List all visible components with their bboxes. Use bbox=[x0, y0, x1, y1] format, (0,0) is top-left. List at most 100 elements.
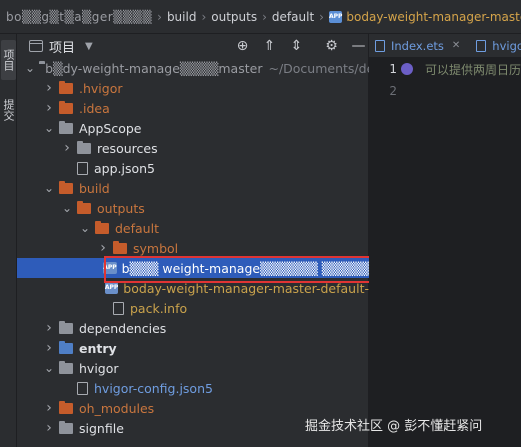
breadcrumb-item[interactable]: build bbox=[167, 10, 197, 24]
file-icon bbox=[476, 39, 487, 52]
chevron-down-icon[interactable]: ⌄ bbox=[43, 362, 55, 374]
folder-icon bbox=[59, 180, 73, 194]
code-line[interactable]: 可以提供两周日历 bbox=[401, 58, 521, 80]
project-tool-button[interactable]: 项目 bbox=[1, 40, 16, 80]
chevron-right-icon[interactable]: › bbox=[43, 400, 55, 416]
app-file-icon: APP bbox=[328, 10, 343, 23]
tree-item-label: signfile bbox=[79, 420, 124, 436]
tree-item-path-hint: ~/Documents/dev bbox=[268, 60, 382, 76]
breadcrumb-item[interactable]: default bbox=[272, 10, 314, 24]
breadcrumb-item[interactable]: boday-weight-manager-maste bbox=[346, 10, 521, 24]
folder-icon bbox=[59, 100, 73, 114]
tree-item-label: build bbox=[79, 180, 110, 196]
app-file-icon: APP bbox=[104, 282, 119, 294]
folder-icon bbox=[77, 200, 91, 214]
editor-area: Index.ets ✕ hvigor 1 2 可以提供两周日历 bbox=[369, 34, 521, 447]
file-icon bbox=[77, 381, 88, 395]
tree-item[interactable]: ⌄ build bbox=[17, 178, 369, 198]
tree-item[interactable]: › symbol bbox=[17, 238, 369, 258]
chevron-right-icon: · bbox=[97, 263, 100, 274]
tree-item[interactable]: ⌄ b▒dy-weight-manage▒▒▒▒master ~/Documents… bbox=[17, 58, 382, 78]
chevron-right-icon: › bbox=[319, 9, 324, 24]
tree-item[interactable]: · pack.info bbox=[17, 298, 369, 318]
tree-item-label: resources bbox=[97, 140, 158, 156]
file-icon bbox=[113, 301, 124, 315]
collapse-all-icon[interactable]: ⇕ bbox=[283, 38, 310, 54]
tree-item[interactable]: › .hvigor bbox=[17, 78, 369, 98]
folder-icon bbox=[59, 420, 73, 434]
project-view-icon bbox=[29, 40, 43, 52]
tree-item-label: symbol bbox=[133, 240, 179, 256]
chevron-right-icon[interactable]: › bbox=[43, 80, 55, 96]
project-tree: ⌄ b▒dy-weight-manage▒▒▒▒master ~/Documents… bbox=[17, 58, 458, 438]
folder-icon bbox=[59, 80, 73, 94]
tree-item-label: .hvigor bbox=[79, 80, 123, 96]
tree-item-label: .idea bbox=[79, 100, 110, 116]
chevron-right-icon: · bbox=[97, 283, 102, 294]
project-panel-title: 项目 bbox=[49, 40, 76, 56]
tree-item-label: default bbox=[115, 220, 159, 236]
chevron-right-icon: › bbox=[262, 9, 267, 24]
tree-item-label: b▒dy-weight-manage▒▒▒▒master bbox=[45, 60, 263, 76]
code-content[interactable]: 可以提供两周日历 bbox=[401, 58, 521, 102]
tree-item-label: outputs bbox=[97, 200, 145, 216]
ai-assistant-icon[interactable] bbox=[401, 63, 413, 75]
breadcrumb: bo▒▒g▒t▒a▒ger▒▒▒▒ › build › outputs › default ›… bbox=[0, 0, 521, 34]
chevron-right-icon[interactable]: › bbox=[43, 340, 55, 356]
line-number: 2 bbox=[389, 84, 397, 98]
gear-icon[interactable]: ⚙ bbox=[318, 38, 345, 54]
folder-icon bbox=[59, 340, 73, 354]
folder-icon bbox=[77, 140, 91, 154]
chevron-right-icon: · bbox=[97, 303, 109, 314]
chevron-right-icon: · bbox=[61, 383, 73, 394]
crosshair-icon[interactable]: ⊕ bbox=[229, 38, 256, 54]
tree-item[interactable]: ⌄ AppScope bbox=[17, 118, 369, 138]
tab-index-ets[interactable]: Index.ets ✕ bbox=[369, 39, 470, 53]
tree-item[interactable]: › resources bbox=[17, 138, 369, 158]
file-icon bbox=[77, 161, 88, 175]
close-icon[interactable]: ✕ bbox=[452, 40, 460, 51]
tree-item[interactable]: ⌄ outputs bbox=[17, 198, 369, 218]
folder-icon bbox=[113, 240, 127, 254]
tree-item-label: oh_modules bbox=[79, 400, 155, 416]
breadcrumb-item[interactable]: bo▒▒g▒t▒a▒ger▒▒▒▒ bbox=[6, 10, 152, 24]
line-gutter: 1 2 bbox=[369, 58, 401, 102]
code-line[interactable] bbox=[401, 80, 521, 102]
tab-hvigor[interactable]: hvigor bbox=[470, 39, 521, 53]
chevron-down-icon[interactable]: ⌄ bbox=[43, 122, 55, 134]
chevron-right-icon: · bbox=[61, 163, 73, 174]
minimize-icon[interactable]: — bbox=[345, 38, 372, 54]
chevron-right-icon[interactable]: › bbox=[43, 320, 55, 336]
chevron-right-icon[interactable]: › bbox=[97, 240, 109, 256]
tree-item[interactable]: · hvigor-config.json5 bbox=[17, 378, 369, 398]
expand-all-icon[interactable]: ⇑ bbox=[256, 38, 283, 54]
tree-item-label: entry bbox=[79, 340, 117, 356]
chevron-right-icon: › bbox=[201, 9, 207, 24]
tree-item[interactable]: › .idea bbox=[17, 98, 369, 118]
tree-item-label: dependencies bbox=[79, 320, 167, 336]
chevron-right-icon[interactable]: › bbox=[43, 100, 55, 116]
chevron-down-icon[interactable]: ▼ bbox=[85, 41, 93, 52]
folder-icon bbox=[59, 120, 73, 134]
chevron-down-icon[interactable]: ⌄ bbox=[43, 182, 55, 194]
tree-item[interactable]: › entry bbox=[17, 338, 369, 358]
breadcrumb-item[interactable]: outputs bbox=[211, 10, 257, 24]
chevron-right-icon[interactable]: › bbox=[43, 420, 55, 436]
chevron-down-icon[interactable]: ⌄ bbox=[79, 222, 91, 234]
folder-icon bbox=[59, 320, 73, 334]
chevron-down-icon[interactable]: ⌄ bbox=[61, 202, 73, 214]
folder-icon bbox=[59, 360, 73, 374]
tree-item[interactable]: ⌄ hvigor bbox=[17, 358, 369, 378]
file-icon bbox=[375, 39, 385, 52]
chevron-down-icon[interactable]: ⌄ bbox=[25, 62, 35, 74]
project-panel: 项目 ▼ ⊕ ⇑ ⇕ ⚙ — ⌄ b▒dy-weight-manage▒▒▒▒ma… bbox=[17, 34, 458, 447]
commit-tool-button[interactable]: 提交 bbox=[1, 90, 16, 130]
tree-item[interactable]: ⌄ default bbox=[17, 218, 369, 238]
folder-icon bbox=[95, 220, 109, 234]
tree-item-label: AppScope bbox=[79, 120, 142, 136]
tree-item-label: app.json5 bbox=[94, 160, 156, 176]
tree-item[interactable]: · app.json5 bbox=[17, 158, 369, 178]
chevron-right-icon[interactable]: › bbox=[61, 140, 73, 156]
tree-item[interactable]: › dependencies bbox=[17, 318, 369, 338]
tree-item-label: hvigor bbox=[79, 360, 119, 376]
